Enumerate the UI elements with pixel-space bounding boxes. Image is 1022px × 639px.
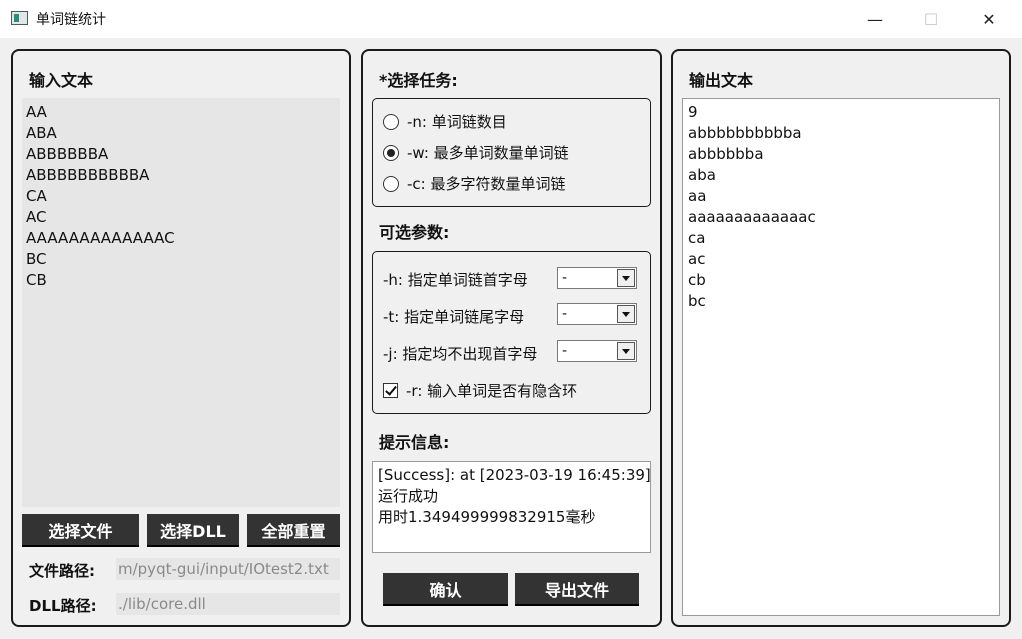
param-t-select[interactable]: - [557,303,637,325]
chevron-down-icon[interactable] [617,269,635,287]
params-group: -h: 指定单词链首字母 - -t: 指定单词链尾字母 - -j: 指定均不出现… [372,251,651,414]
input-line: AAAAAAAAAAAAAC [26,229,175,247]
info-box: [Success]: at [2023-03-19 16:45:39] 运行成功… [372,461,651,553]
radio-option-n[interactable]: -n: 单词链数目 [383,111,507,132]
output-line: bc [688,292,706,310]
output-line: abbbbbba [688,145,764,163]
close-button[interactable]: ✕ [966,0,1012,38]
radio-button-selected[interactable] [383,144,399,161]
output-line: 9 [688,103,698,121]
info-line: 用时1.349499999832915毫秒 [378,508,596,526]
info-heading: 提示信息: [379,433,450,452]
input-textarea[interactable]: AA ABA ABBBBBBA ABBBBBBBBBBA CA AC AAAAA… [22,98,340,507]
chevron-down-icon[interactable] [617,342,635,360]
choose-dll-button[interactable]: 选择DLL [147,514,239,547]
param-t-value: - [562,306,568,322]
param-t-row: -t: 指定单词链尾字母 [383,306,524,327]
input-line: ABA [26,124,57,142]
param-h-select[interactable]: - [557,267,637,289]
radio-label: -c: 最多字符数量单词链 [407,175,566,193]
dll-path-field[interactable]: ./lib/core.dll [116,593,340,615]
input-line: CA [26,187,47,205]
file-path-label: 文件路径: [29,562,95,580]
radio-option-w[interactable]: -w: 最多单词数量单词链 [383,142,569,163]
radio-option-c[interactable]: -c: 最多字符数量单词链 [383,173,565,194]
param-t-label: -t: 指定单词链尾字母 [383,308,525,326]
task-heading: *选择任务: [379,71,458,90]
output-line: cb [688,271,706,289]
dll-path-label: DLL路径: [29,597,97,615]
checkbox-r-label: -r: 输入单词是否有隐含环 [406,382,578,400]
output-line: aba [688,166,716,184]
input-heading: 输入文本 [29,71,94,90]
window-title: 单词链统计 [36,12,106,28]
export-file-button[interactable]: 导出文件 [515,573,639,606]
output-line: ca [688,229,706,247]
app-icon [11,11,28,25]
output-heading: 输出文本 [689,71,754,90]
task-panel: *选择任务: -n: 单词链数目 -w: 最多单词数量单词链 -c: 最多字符数… [361,49,662,627]
params-heading: 可选参数: [379,223,450,242]
confirm-button[interactable]: 确认 [383,573,508,606]
info-line: [Success]: at [2023-03-19 16:45:39] [378,466,651,484]
radio-button[interactable] [383,113,399,130]
radio-label: -n: 单词链数目 [407,113,507,131]
file-path-field[interactable]: m/pyqt-gui/input/IOtest2.txt [116,558,340,580]
input-panel: 输入文本 AA ABA ABBBBBBA ABBBBBBBBBBA CA AC … [11,49,351,627]
input-line: ABBBBBBBBBBA [26,166,150,184]
output-line: aa [688,187,707,205]
param-h-row: -h: 指定单词链首字母 [383,269,528,290]
input-line: BC [26,250,47,268]
task-option-group: -n: 单词链数目 -w: 最多单词数量单词链 -c: 最多字符数量单词链 [372,98,651,207]
output-textarea[interactable]: 9 abbbbbbbbbba abbbbbba aba aa aaaaaaaaa… [682,98,1000,616]
input-line: AA [26,103,47,121]
input-line: ABBBBBBA [26,145,109,163]
param-r-row[interactable]: -r: 输入单词是否有隐含环 [383,380,577,401]
radio-label: -w: 最多单词数量单词链 [407,144,569,162]
output-line: ac [688,250,706,268]
param-j-label: -j: 指定均不出现首字母 [383,345,538,363]
output-line: aaaaaaaaaaaaac [688,208,816,226]
param-j-value: - [562,343,568,359]
input-line: CB [26,271,47,289]
radio-button[interactable] [383,175,399,192]
param-j-row: -j: 指定均不出现首字母 [383,343,537,364]
param-j-select[interactable]: - [557,340,637,362]
param-h-label: -h: 指定单词链首字母 [383,271,528,289]
minimize-button[interactable]: — [852,0,898,38]
title-bar: 单词链统计 — ☐ ✕ [0,0,1022,38]
output-line: abbbbbbbbbba [688,124,802,142]
reset-all-button[interactable]: 全部重置 [247,514,340,547]
checkbox-r[interactable] [383,383,398,398]
input-line: AC [26,208,47,226]
output-panel: 输出文本 9 abbbbbbbbbba abbbbbba aba aa aaaa… [671,49,1011,627]
maximize-button[interactable]: ☐ [908,0,954,38]
chevron-down-icon[interactable] [617,305,635,323]
param-h-value: - [562,270,568,286]
info-line: 运行成功 [378,487,439,505]
choose-file-button[interactable]: 选择文件 [22,514,139,547]
